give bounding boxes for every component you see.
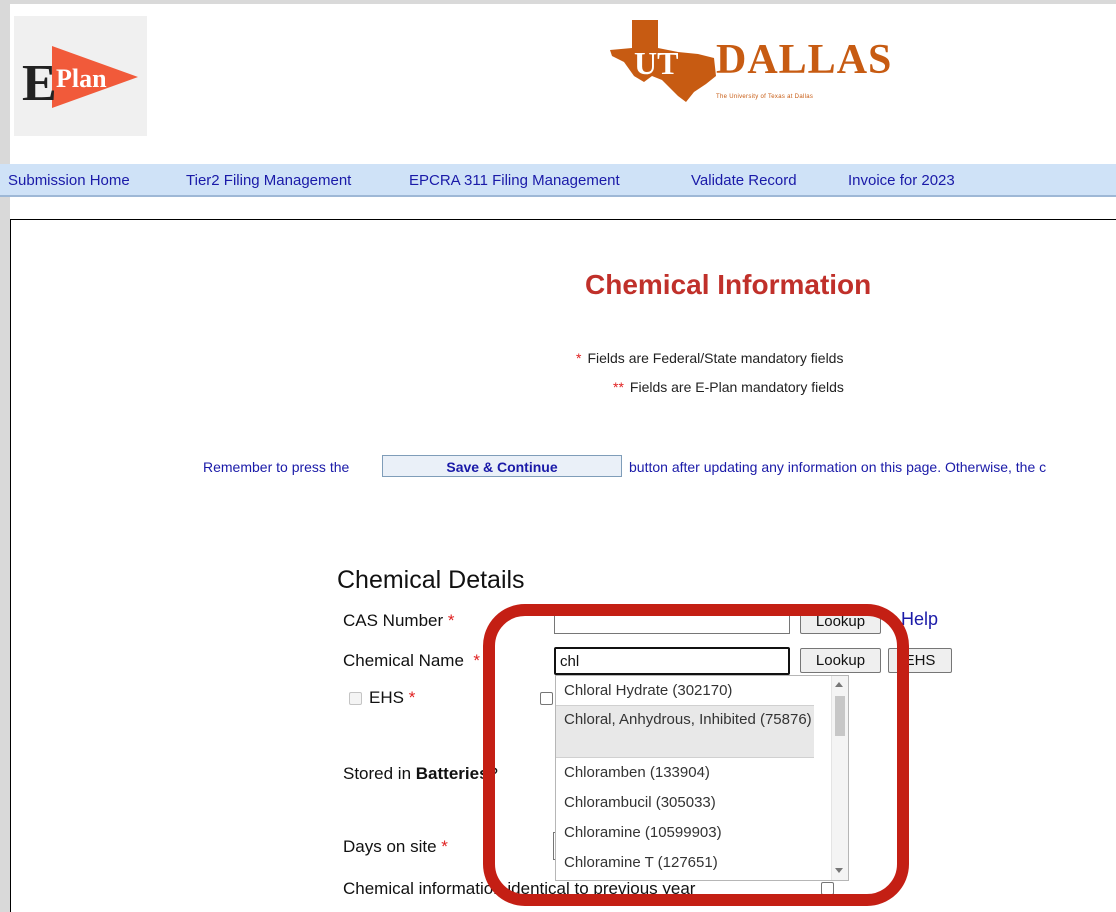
ehs-button[interactable]: EHS (888, 648, 952, 673)
batteries-suffix: ? (488, 764, 498, 783)
ut-tagline: The University of Texas at Dallas (716, 94, 814, 100)
save-continue-button[interactable]: Save & Continue (382, 455, 622, 477)
chemical-name-input[interactable] (554, 647, 790, 675)
cas-number-input[interactable] (554, 608, 790, 634)
ut-dallas-word: DALLAS (716, 37, 893, 83)
autocomplete-item[interactable]: Chlorambucil (305033) (556, 792, 814, 816)
eplan-word: Plan (56, 64, 107, 93)
ehs-label: EHS * (369, 688, 415, 708)
nav-epcra-311-filing[interactable]: EPCRA 311 Filing Management (409, 172, 620, 189)
chemical-name-label-text: Chemical Name (343, 651, 464, 670)
scrollbar-thumb[interactable] (835, 696, 845, 736)
autocomplete-item[interactable]: Chloral Hydrate (302170) (556, 680, 814, 704)
reminder-prefix: Remember to press the (203, 459, 350, 475)
reminder-suffix: button after updating any information on… (629, 459, 1047, 475)
ut-overlay-text: UT (634, 45, 678, 81)
chemical-autocomplete-list[interactable]: Chloral Hydrate (302170) Chloral, Anhydr… (555, 675, 849, 881)
texas-shape-icon: UT (610, 20, 716, 102)
mandatory-eplan-note: ** Fields are E-Plan mandatory fields (613, 379, 844, 395)
identical-previous-year-label: Chemical information identical to previo… (343, 879, 696, 898)
scroll-down-arrow-icon[interactable] (835, 868, 843, 873)
required-star: * (441, 837, 448, 856)
batteries-label: Stored in Batteries? (343, 764, 498, 784)
required-star: * (473, 651, 481, 670)
mandatory-eplan-text: Fields are E-Plan mandatory fields (629, 379, 844, 395)
page-title: Chemical Information (585, 269, 872, 300)
window-left-border (0, 0, 10, 912)
ut-dallas-logo[interactable]: UT DALLAS The University of Texas at Dal… (608, 18, 908, 104)
extra-checkbox[interactable] (540, 692, 553, 705)
autocomplete-item-highlighted[interactable]: Chloral, Anhydrous, Inhibited (75876) (556, 705, 814, 758)
nav-tier2-filing[interactable]: Tier2 Filing Management (186, 172, 351, 189)
identical-previous-year-checkbox[interactable] (821, 882, 834, 895)
days-on-site-label: Days on site * (343, 837, 448, 857)
cas-lookup-button[interactable]: Lookup (800, 609, 881, 634)
batteries-bold: Batteries (415, 764, 489, 783)
dropdown-scrollbar[interactable] (831, 676, 848, 880)
cas-number-label-text: CAS Number (343, 611, 444, 630)
eplan-logo-graphic: E Plan (22, 46, 138, 112)
required-double-star: ** (613, 379, 624, 395)
required-star: * (408, 688, 416, 707)
autocomplete-item[interactable]: Chloramine (10599903) (556, 822, 814, 846)
mandatory-federal-note: * Fields are Federal/State mandatory fiel… (576, 350, 843, 366)
nav-submission-home[interactable]: Submission Home (8, 172, 130, 189)
nav-validate-record[interactable]: Validate Record (691, 172, 797, 189)
eplan-letter: E (22, 55, 57, 112)
cas-number-label: CAS Number * (343, 611, 455, 631)
scroll-up-arrow-icon[interactable] (835, 682, 843, 687)
required-star: * (447, 611, 455, 630)
chemical-details-heading: Chemical Details (337, 566, 525, 594)
batteries-prefix: Stored in (343, 764, 416, 783)
ehs-checkbox[interactable] (349, 692, 362, 705)
required-star: * (576, 350, 582, 366)
window-top-border (0, 0, 1116, 4)
autocomplete-item[interactable]: Chloramben (133904) (556, 762, 814, 786)
top-nav: Submission Home Tier2 Filing Management … (0, 164, 1116, 197)
mandatory-federal-text: Fields are Federal/State mandatory field… (587, 350, 844, 366)
chemical-name-label: Chemical Name * (343, 651, 480, 671)
page: E Plan UT DALLAS The University of Texas… (0, 0, 1116, 912)
autocomplete-item[interactable]: Chloramine T (127651) (556, 852, 814, 876)
days-on-site-text: Days on site (343, 837, 437, 856)
nav-invoice[interactable]: Invoice for 2023 (848, 172, 955, 189)
chemical-name-lookup-button[interactable]: Lookup (800, 648, 881, 673)
ehs-label-text: EHS (369, 688, 404, 707)
help-link[interactable]: Help (901, 609, 938, 630)
eplan-logo[interactable]: E Plan (14, 16, 147, 136)
